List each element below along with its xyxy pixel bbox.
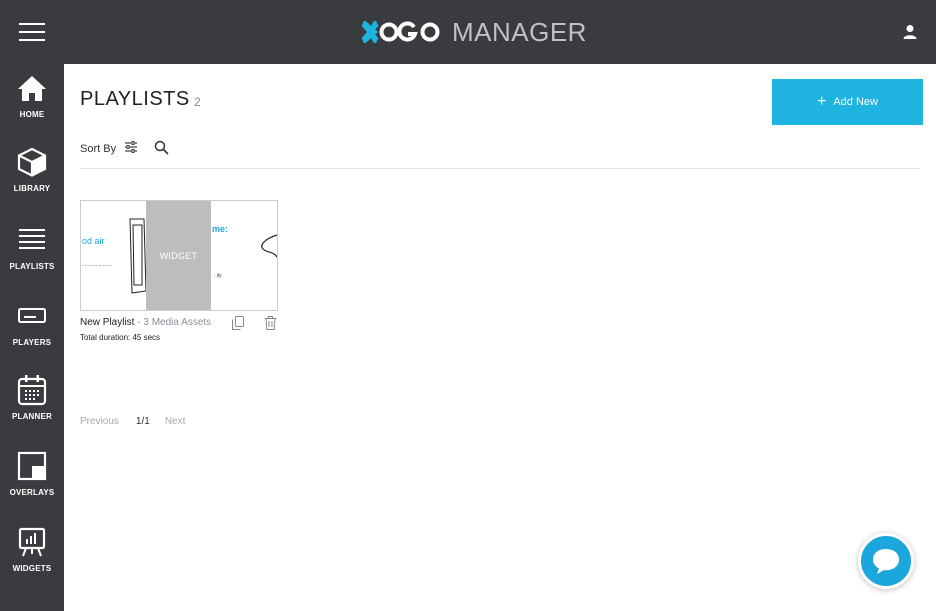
home-icon [16,72,48,104]
brand-name: MANAGER [452,16,587,47]
thumb-text: ..ily [214,273,222,279]
playlist-count: 2 [194,95,201,109]
sidebar-item-label: OVERLAYS [9,488,55,497]
sidebar-item-label: WIDGETS [12,564,52,573]
top-bar: MANAGER [0,0,936,64]
sidebar-item-playlists[interactable]: PLAYLISTS [0,224,64,271]
sidebar-item-widgets[interactable]: WIDGETS [0,526,64,573]
chat-button[interactable] [858,533,914,589]
sidebar: HOME LIBRARY PLAYLISTS PLAYERS PLANNER O… [0,64,64,611]
widget-icon [16,526,48,558]
playlist-title[interactable]: New Playlist - 3 Media Assets [80,317,211,328]
playlist-duration: Total duration: 45 secs [80,333,161,342]
previous-link[interactable]: Previous [80,416,119,427]
sidebar-item-overlays[interactable]: OVERLAYS [0,450,64,497]
sidebar-item-label: LIBRARY [13,184,51,193]
search-icon[interactable] [154,140,169,160]
thumb-text: od air [82,236,105,246]
calendar-icon [16,374,48,406]
copy-icon[interactable] [232,316,244,335]
page-indicator: 1/1 [135,416,150,427]
next-link[interactable]: Next [165,416,186,427]
sidebar-item-home[interactable]: HOME [0,72,64,119]
user-icon[interactable] [902,24,918,40]
sort-by-label: Sort By [80,142,117,155]
cube-icon [16,146,48,178]
divider [80,168,920,169]
sidebar-item-players[interactable]: PLAYERS [0,300,64,347]
brand: MANAGER [362,17,587,47]
page-title: PLAYLISTS [80,88,190,110]
sliders-icon[interactable] [124,141,138,156]
widget-placeholder: WIDGET [146,201,211,310]
sidebar-item-label: HOME [19,110,45,119]
hamburger-icon[interactable] [19,22,45,42]
sidebar-item-label: PLANNER [11,412,53,421]
overlay-icon [16,450,48,482]
playlist-card[interactable]: od air ...................... WIDGET me:… [80,200,278,342]
add-new-label: Add New [833,96,878,108]
trash-icon[interactable] [264,316,277,335]
plus-icon: + [817,93,827,110]
sidebar-item-planner[interactable]: PLANNER [0,374,64,421]
player-icon [16,300,48,332]
pagination: Previous 1/1 Next [80,416,185,427]
thumb-sketch [129,218,147,294]
sort-by[interactable]: Sort By [80,141,138,156]
add-new-button[interactable]: + Add New [772,79,923,125]
chat-bubble-icon [873,549,899,574]
sidebar-item-label: PLAYERS [12,338,52,347]
playlist-asset-count: - 3 Media Assets [134,317,212,328]
thumb-text: ...................... [82,262,113,268]
playlist-name: New Playlist [80,317,135,328]
thumb-sketch [261,234,277,258]
playlist-thumbnail[interactable]: od air ...................... WIDGET me:… [80,200,278,311]
thumb-text: me: [212,224,229,234]
main-content: PLAYLISTS 2 + Add New Sort By od air ...… [64,64,936,611]
sidebar-item-library[interactable]: LIBRARY [0,146,64,193]
sidebar-item-label: PLAYLISTS [9,262,55,271]
xogo-logo [362,18,442,46]
list-icon [16,224,48,256]
